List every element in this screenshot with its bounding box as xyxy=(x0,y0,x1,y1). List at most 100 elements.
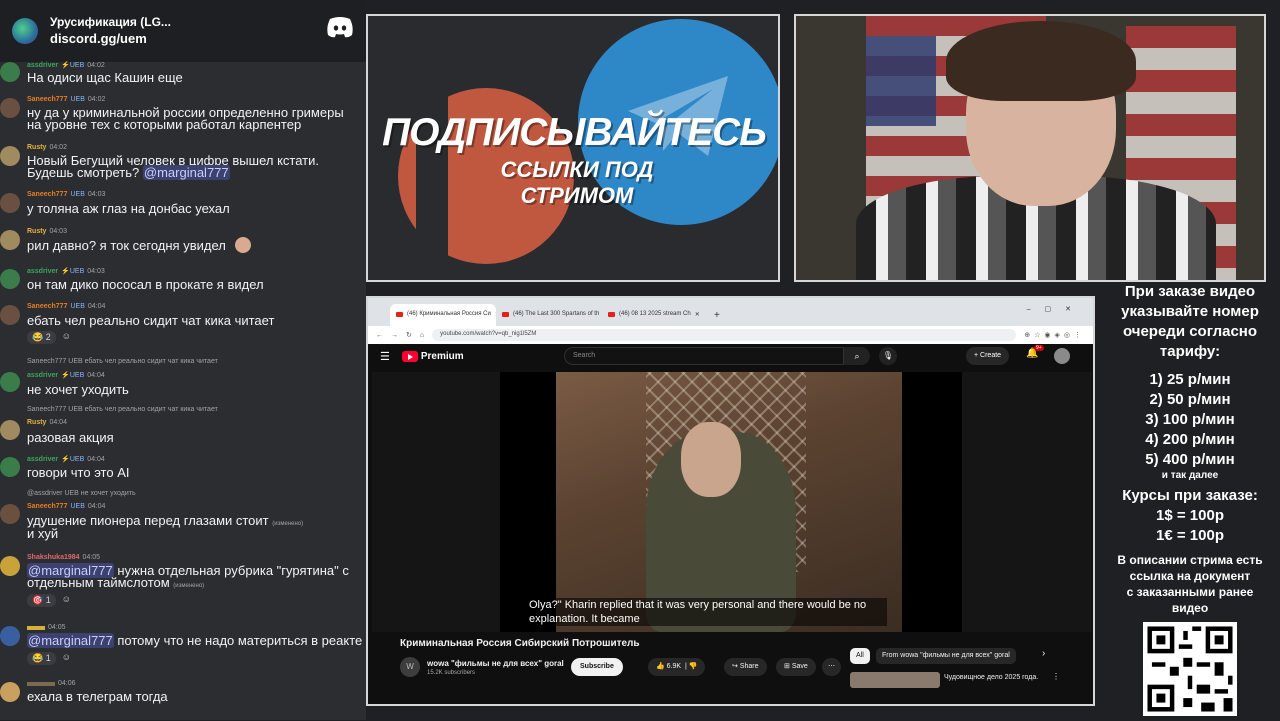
timestamp: 04:04 xyxy=(87,371,105,379)
save-label: Save xyxy=(791,663,808,670)
browser-tab-active[interactable]: (46) Криминальная Россия Си ✕ xyxy=(390,304,496,326)
username[interactable]: Saneech777 xyxy=(27,503,67,510)
message-meta: Rusty 04:04 xyxy=(27,419,67,426)
avatar xyxy=(0,146,20,166)
username[interactable]: assdriver xyxy=(27,372,58,379)
courses-title: Курсы при заказе: xyxy=(1122,487,1258,504)
add-reaction-icon[interactable]: ☺ xyxy=(62,331,71,344)
recommended-thumbnail[interactable] xyxy=(850,672,940,688)
create-button[interactable]: + Create xyxy=(966,347,1010,365)
reaction-laugh[interactable]: 😂 1 xyxy=(27,652,56,665)
timestamp: 04:04 xyxy=(87,503,106,510)
message-text-line2: и хуй xyxy=(27,526,59,541)
youtube-logo-icon[interactable] xyxy=(401,350,418,362)
more-vertical-icon[interactable]: ⋮ xyxy=(1052,672,1060,681)
username[interactable]: Saneech777 xyxy=(27,303,67,310)
avatar xyxy=(0,230,20,250)
avatar xyxy=(0,556,20,576)
promo-banner: ПОДПИСЫВАЙТЕСЬ ССЫЛКИ ПОД СТРИМОМ xyxy=(366,14,780,282)
browser-tab[interactable]: (46) The Last 300 Spartans of th ✕ xyxy=(496,304,602,326)
add-reaction-icon[interactable]: ☺ xyxy=(62,594,71,607)
tariff-etc: и так далее xyxy=(1161,470,1219,481)
forward-icon[interactable]: → xyxy=(391,332,398,339)
add-reaction-icon[interactable]: ☺ xyxy=(62,652,71,665)
reaction-laugh[interactable]: 😂 2 xyxy=(27,331,56,344)
username[interactable]: assdriver xyxy=(27,268,58,275)
chip-from-channel[interactable]: From wowa "фильмы не для всех" goral xyxy=(876,648,1016,664)
reload-icon[interactable]: ↻ xyxy=(406,331,412,339)
message-meta: 04:05 xyxy=(27,624,66,631)
message-meta: Saneech777 UEB 04:02 xyxy=(27,96,105,103)
message-meta: Saneech777 UEB 04:03 xyxy=(27,191,105,198)
reaction-item[interactable]: 🎯 1 xyxy=(27,594,56,607)
username[interactable]: assdriver xyxy=(27,456,58,463)
menu-icon[interactable]: ☰ xyxy=(380,350,390,363)
chat-header: Урусификация (LG... discord.gg/uem xyxy=(0,0,366,62)
role-badge: UEB xyxy=(70,503,85,510)
search-icon[interactable]: ⌕ xyxy=(844,347,870,365)
mic-icon[interactable]: 🎙 xyxy=(879,347,897,365)
info-line: указывайте номер xyxy=(1121,303,1259,320)
save-button[interactable]: ⊞ Save xyxy=(776,658,816,676)
message-meta: Rusty 04:03 xyxy=(27,228,67,235)
message-meta: assdriver ⚡UEB 04:02 xyxy=(27,61,105,70)
desc-line: ссылка на документ xyxy=(1129,569,1251,583)
extension-icons[interactable]: ⊕☆◉◈◎⋮ xyxy=(1024,331,1085,339)
share-label: Share xyxy=(739,663,759,670)
mention[interactable]: @marginal777 xyxy=(142,165,230,180)
youtube-brand[interactable]: Premium xyxy=(421,351,464,362)
window-controls[interactable]: –▢✕ xyxy=(1027,305,1085,313)
tab-title: (46) 08 13 2025 stream Ch xyxy=(619,311,691,317)
more-actions-icon[interactable]: ⋯ xyxy=(822,658,841,676)
timestamp: 04:06 xyxy=(58,680,76,687)
message-meta: Rusty 04:02 xyxy=(27,144,67,151)
message-text-line2: на уровне тех с которыми работал карпент… xyxy=(27,117,302,132)
username[interactable]: Rusty xyxy=(27,144,46,151)
youtube-favicon-icon xyxy=(502,312,509,317)
youtube-header: ☰ Premium Search ⌕ 🎙 + Create 🔔 9+ xyxy=(368,344,1093,368)
avatar xyxy=(0,98,20,118)
username[interactable]: Shakshuka1984 xyxy=(27,554,80,561)
account-avatar[interactable] xyxy=(1054,348,1070,364)
back-icon[interactable]: ← xyxy=(376,332,383,339)
search-input[interactable]: Search xyxy=(564,347,844,365)
reply-preview[interactable]: Saneech777 UEB ебать чел реально сидит ч… xyxy=(27,406,218,413)
reply-preview[interactable]: Saneech777 UEB ебать чел реально сидит ч… xyxy=(27,358,218,365)
close-tab-icon[interactable]: ✕ xyxy=(695,311,700,318)
new-tab-icon[interactable]: + xyxy=(708,310,726,326)
address-bar: ← → ↻ ⌂ youtube.com/watch?v=qb_nig1l5ZM … xyxy=(368,326,1093,344)
reactions: 😂 2 ☺ xyxy=(27,331,71,344)
video-subtitles: Olya?" Kharin replied that it was very p… xyxy=(527,598,887,626)
subscribe-button[interactable]: Subscribe xyxy=(571,658,623,676)
chevron-right-icon[interactable]: › xyxy=(1042,648,1045,659)
browser-tab[interactable]: (46) 08 13 2025 stream Ch ✕ xyxy=(602,304,708,326)
promo-title: ПОДПИСЫВАЙТЕСЬ xyxy=(382,111,767,154)
create-label: Create xyxy=(980,352,1002,359)
channel-name[interactable]: wowa "фильмы не для всех" goral xyxy=(427,659,564,668)
server-link[interactable]: discord.gg/uem xyxy=(50,30,171,47)
url-field[interactable]: youtube.com/watch?v=qb_nig1l5ZM xyxy=(432,329,1017,341)
username[interactable]: Rusty xyxy=(27,228,46,235)
mention[interactable]: @marginal777 xyxy=(27,633,114,648)
recommended-title[interactable]: Чудовищное дело 2025 года. xyxy=(944,674,1038,681)
message-text-part: Будешь смотреть? xyxy=(27,165,140,180)
username-hidden xyxy=(27,625,45,630)
like-button[interactable]: 👍 6.9K | 👎 xyxy=(648,658,706,676)
username[interactable]: Saneech777 xyxy=(27,191,67,198)
chip-all[interactable]: All xyxy=(850,648,870,664)
reaction-count: 1 xyxy=(45,595,51,605)
channel-avatar[interactable]: W xyxy=(400,657,420,677)
reply-preview[interactable]: @assdriver UEB не хочет уходить xyxy=(27,490,136,497)
streamer-hair xyxy=(946,21,1136,101)
home-icon[interactable]: ⌂ xyxy=(420,332,424,339)
role-badge: ⚡UEB xyxy=(61,456,85,463)
promo-subtitle: ССЫЛКИ ПОД СТРИМОМ xyxy=(500,157,654,208)
username[interactable]: Rusty xyxy=(27,419,46,426)
username[interactable]: assdriver xyxy=(27,62,58,69)
reaction-count: 2 xyxy=(45,332,51,342)
video-player[interactable]: Olya?" Kharin replied that it was very p… xyxy=(500,372,962,632)
username[interactable]: Saneech777 xyxy=(27,96,67,103)
share-button[interactable]: ↪ Share xyxy=(724,658,767,676)
order-info-panel: При заказе видео указывайте номер очеред… xyxy=(1100,282,1280,720)
server-title: Урусификация (LG... xyxy=(50,15,171,29)
